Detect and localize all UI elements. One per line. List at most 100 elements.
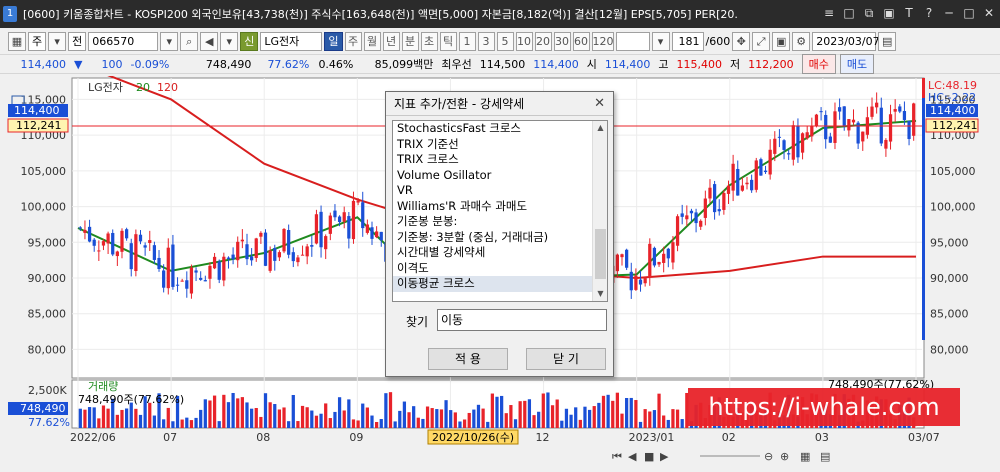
- zoom-out-icon[interactable]: ⊖: [764, 450, 773, 463]
- table-icon[interactable]: ▦: [800, 450, 810, 463]
- minute-120[interactable]: 120: [591, 31, 614, 51]
- period-second[interactable]: 초: [420, 31, 438, 51]
- scroll-up-icon[interactable]: ▲: [593, 121, 607, 135]
- candle-body: [199, 277, 203, 280]
- list-item[interactable]: TRIX 크로스: [393, 152, 593, 168]
- price-tick-left: 80,000: [28, 343, 67, 356]
- candle-body: [634, 275, 638, 290]
- zoom-in-icon[interactable]: ⊕: [780, 450, 789, 463]
- indicator-dialog: 지표 추가/전환 - 강세약세 ✕ StochasticsFast 크로스 TR…: [385, 91, 614, 377]
- sell-button[interactable]: 매도: [839, 54, 875, 74]
- period-minute[interactable]: 분: [401, 31, 419, 51]
- list-item[interactable]: TRIX 기준선: [393, 137, 593, 153]
- maximize-icon[interactable]: □: [962, 6, 976, 20]
- candle-body: [185, 280, 189, 289]
- chevron-down-icon[interactable]: ▾: [48, 31, 67, 51]
- list-item[interactable]: StochasticsFast 크로스: [393, 121, 593, 137]
- chart-type-select[interactable]: 주: [28, 31, 47, 51]
- close-icon[interactable]: ✕: [594, 92, 605, 116]
- stock-code-input[interactable]: 066570: [88, 31, 159, 51]
- minute-3[interactable]: 3: [477, 31, 495, 51]
- list-item[interactable]: VR: [393, 183, 593, 199]
- grid-icon[interactable]: ▤: [820, 450, 830, 463]
- bar-count-input[interactable]: 181: [671, 31, 704, 51]
- list-item[interactable]: Williams'R 과매수 과매도: [393, 199, 593, 215]
- layout-icon[interactable]: ▦: [8, 31, 26, 51]
- date-input[interactable]: 2023/03/07: [812, 31, 880, 51]
- calendar-icon[interactable]: ▤: [878, 31, 897, 51]
- candle-body: [912, 103, 916, 136]
- chevron-down-icon[interactable]: ▾: [160, 31, 179, 51]
- minimize-icon[interactable]: ─: [942, 6, 956, 20]
- list-scrollbar[interactable]: ▲ ▼: [592, 121, 607, 301]
- minute-1[interactable]: 1: [458, 31, 476, 51]
- scroll-thumb[interactable]: [595, 229, 606, 279]
- best-bid: 114,400: [533, 57, 579, 71]
- menu-icon[interactable]: ≡: [822, 6, 836, 20]
- volume-bar: [601, 395, 606, 428]
- volume-bar: [467, 412, 471, 428]
- minute-60[interactable]: 60: [572, 31, 590, 51]
- text-icon[interactable]: T: [902, 6, 916, 20]
- list-item[interactable]: 기준봉 분봉:: [393, 214, 593, 230]
- volume-bar: [412, 406, 416, 428]
- line-tool-icon[interactable]: ⤢: [752, 31, 771, 51]
- indicator-list[interactable]: StochasticsFast 크로스 TRIX 기준선 TRIX 크로스 Vo…: [392, 120, 608, 302]
- scroll-down-icon[interactable]: ▼: [593, 287, 607, 301]
- period-tick[interactable]: 틱: [439, 31, 457, 51]
- chevron-down-icon[interactable]: ▾: [651, 31, 670, 51]
- scroll-first-icon[interactable]: ⏮: [612, 450, 622, 463]
- minute-5[interactable]: 5: [496, 31, 514, 51]
- period-monthly[interactable]: 월: [363, 31, 381, 51]
- volume-bar: [523, 400, 527, 428]
- search-icon[interactable]: ⌕: [180, 31, 199, 51]
- period-yearly[interactable]: 년: [382, 31, 400, 51]
- apply-button[interactable]: 적 용: [428, 348, 508, 370]
- stop-icon[interactable]: ■: [644, 450, 654, 463]
- scroll-prev-icon[interactable]: ◀: [628, 450, 637, 463]
- buy-button[interactable]: 매수: [801, 54, 836, 74]
- volume-bar: [439, 409, 444, 428]
- list-item[interactable]: Volume Osillator: [393, 168, 593, 184]
- volume-bar: [509, 405, 513, 428]
- list-item-selected[interactable]: 이동평균 크로스: [393, 276, 593, 292]
- restore-layout-icon[interactable]: □: [842, 6, 856, 20]
- close-button[interactable]: 닫 기: [526, 348, 606, 370]
- list-item[interactable]: 시간대별 강세약세: [393, 245, 593, 261]
- close-icon[interactable]: ✕: [982, 6, 996, 20]
- price-tick-right: 105,000: [930, 165, 976, 178]
- custom-period-input[interactable]: [615, 31, 650, 51]
- candle-body: [375, 231, 379, 238]
- candle-body: [319, 211, 323, 248]
- screen-icon[interactable]: ▣: [882, 6, 896, 20]
- copy-icon[interactable]: ⧉: [862, 6, 876, 20]
- period-weekly[interactable]: 주: [344, 31, 362, 51]
- list-item[interactable]: 기준봉: 3분할 (중심, 거래대금): [393, 230, 593, 246]
- volume-bar: [87, 407, 92, 428]
- period-daily[interactable]: 일: [324, 31, 343, 51]
- minute-10[interactable]: 10: [515, 31, 533, 51]
- minute-20[interactable]: 20: [534, 31, 552, 51]
- speaker-icon[interactable]: ◀: [200, 31, 219, 51]
- gear-icon[interactable]: ⚙: [792, 31, 811, 51]
- volume-bar: [324, 403, 328, 428]
- list-item[interactable]: 이격도: [393, 261, 593, 277]
- chevron-down-icon[interactable]: ▾: [220, 31, 239, 51]
- help-icon[interactable]: ?: [922, 6, 936, 20]
- candle-body: [300, 254, 305, 256]
- scroll-next-icon[interactable]: ▶: [660, 450, 669, 463]
- candle-body: [305, 246, 309, 257]
- save-icon[interactable]: ▣: [772, 31, 791, 51]
- stock-name-field[interactable]: LG전자: [260, 31, 323, 51]
- minute-30[interactable]: 30: [553, 31, 571, 51]
- crosshair-icon[interactable]: ✥: [732, 31, 751, 51]
- candle-body: [861, 131, 865, 142]
- candle-body: [166, 247, 170, 289]
- find-input[interactable]: 이동: [437, 309, 607, 331]
- stock-type-select[interactable]: 전: [68, 31, 87, 51]
- volume-bar: [97, 418, 101, 428]
- volume-bar: [486, 421, 490, 428]
- candle-body: [791, 125, 795, 160]
- price-tick-left: 95,000: [28, 236, 67, 249]
- candle-body: [782, 140, 786, 150]
